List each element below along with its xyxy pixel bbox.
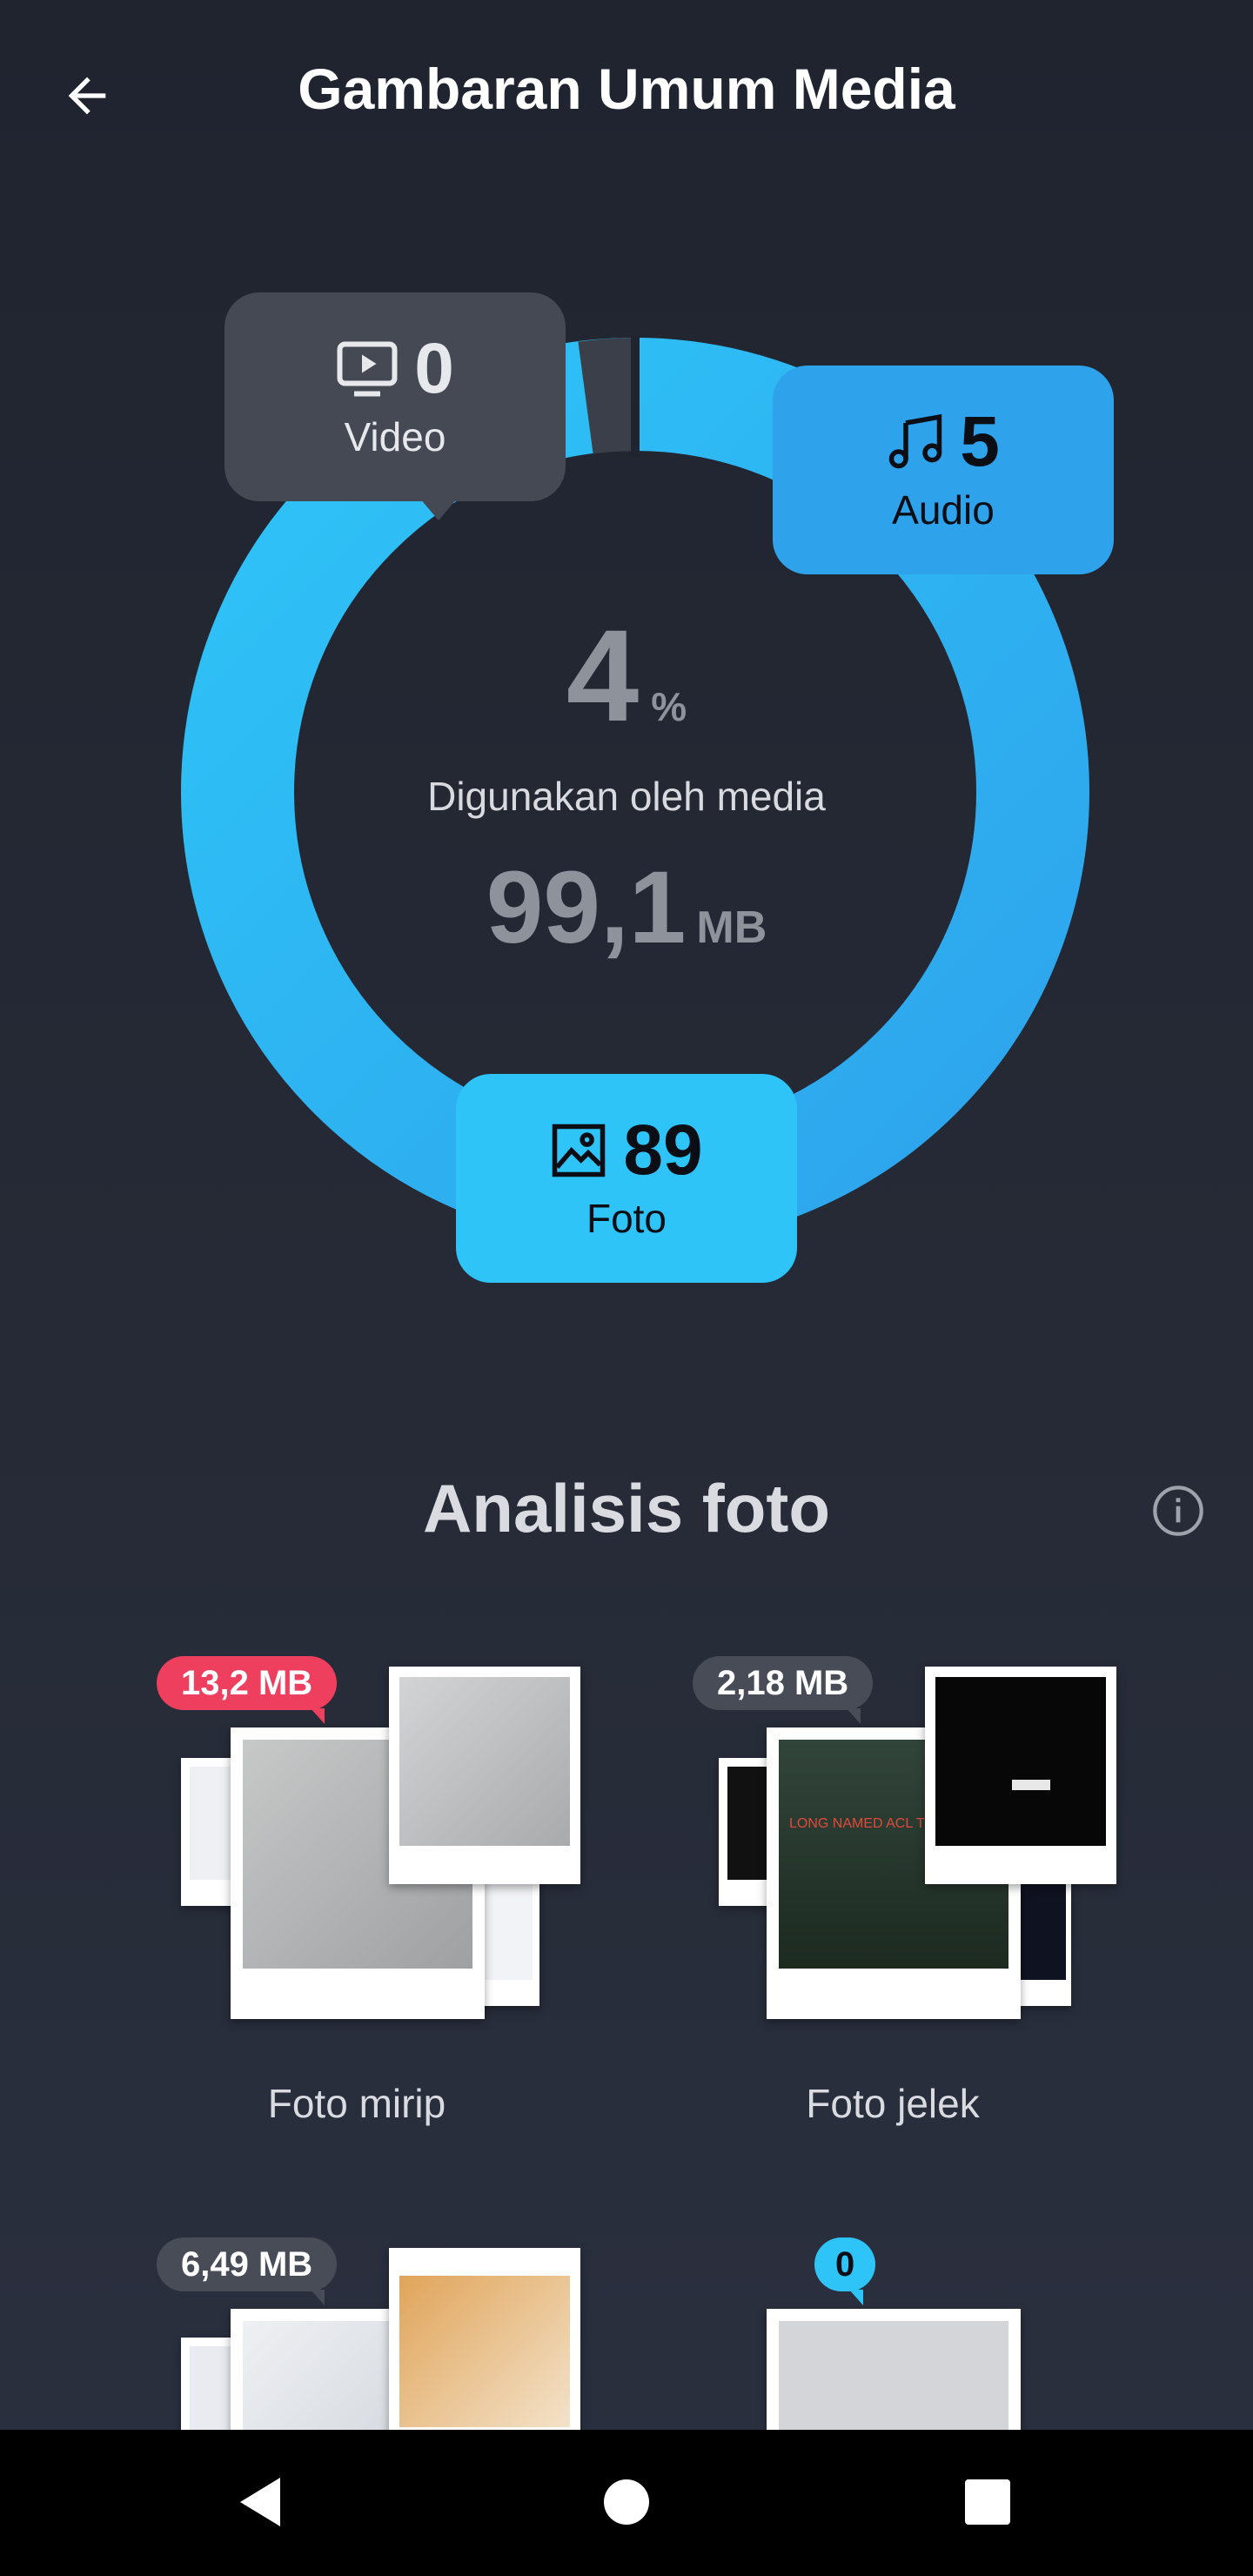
bad-photos-card[interactable]: LONG NAMED ACL TEST 2,18 MB Foto jelek (693, 1654, 1145, 2141)
bad-size-badge: 2,18 MB (693, 1656, 874, 1724)
media-size: 99,1 MB (0, 849, 1253, 967)
analysis-title: Analisis foto (422, 1470, 831, 1546)
nav-back-button[interactable] (218, 2463, 305, 2541)
media-usage-label: Digunakan oleh media (427, 774, 826, 819)
image-icon (553, 1124, 606, 1177)
audio-count: 5 (960, 402, 1000, 481)
video-icon (337, 341, 398, 397)
media-percent-unit: % (651, 684, 687, 729)
empty-card[interactable]: 0 (693, 2235, 1145, 2430)
audio-chip[interactable]: 5 Audio (773, 366, 1114, 574)
empty-count-badge: 0 (814, 2237, 876, 2305)
info-icon (1153, 1486, 1203, 1536)
nav-recents-button[interactable] (944, 2463, 1031, 2541)
video-chip-pointer (419, 498, 458, 520)
foto-chip[interactable]: 89 Foto (456, 1074, 797, 1283)
nav-home-icon (604, 2479, 649, 2525)
media-size-value: 99,1 (486, 850, 687, 965)
thumb-front (389, 1667, 580, 1884)
donut-segment-video (578, 338, 637, 454)
page-title: Gambaran Umum Media (298, 57, 955, 121)
media-size-unit: MB (696, 902, 767, 953)
thumb-placeholder (767, 2309, 1021, 2430)
screenshots-size-badge: 6,49 MB (157, 2237, 338, 2305)
foto-count: 89 (623, 1110, 703, 1190)
thumb-front (925, 1667, 1116, 1884)
bad-photos-label: Foto jelek (806, 2081, 980, 2126)
foto-label: Foto (586, 1196, 667, 1241)
info-button[interactable] (1150, 1483, 1206, 1539)
similar-photos-label: Foto mirip (267, 2081, 446, 2126)
video-count: 0 (414, 329, 454, 408)
nav-home-button[interactable] (583, 2463, 670, 2541)
thumb-front (389, 2248, 580, 2430)
similar-photos-card[interactable]: 13,2 MB Foto mirip (157, 1654, 609, 2141)
similar-size-badge: 13,2 MB (157, 1656, 338, 1724)
nav-back-icon (240, 2478, 280, 2526)
media-percent-value: 4 (566, 602, 640, 748)
audio-label: Audio (892, 487, 995, 533)
video-label: Video (344, 414, 446, 460)
nav-recents-icon (965, 2479, 1010, 2525)
music-note-icon (888, 413, 942, 469)
media-percent: 4% (0, 600, 1253, 751)
screenshots-card[interactable]: 6,49 MB (157, 2235, 609, 2430)
video-chip[interactable]: 0 Video (224, 292, 566, 501)
